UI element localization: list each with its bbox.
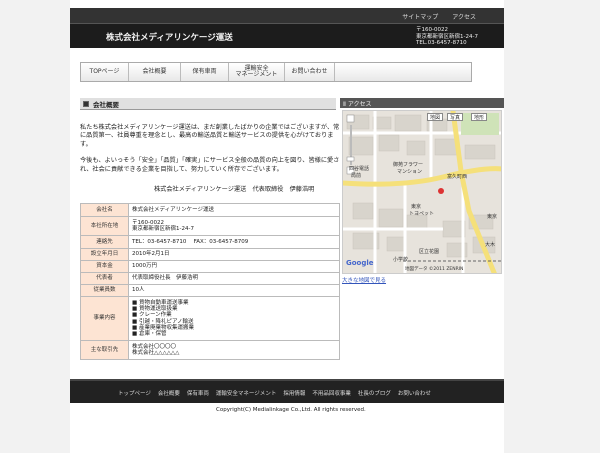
table-key: 連絡先 bbox=[80, 235, 129, 249]
value-line: 東京都新宿区新宿1-24-7 bbox=[132, 226, 194, 232]
table-value: 代表取締役社長 伊藤浩明 bbox=[128, 272, 340, 285]
table-value: 株式会社〇〇〇〇 株式会社△△△△△△ bbox=[128, 340, 340, 360]
table-value: 株式会社メディアリンケージ運送 bbox=[128, 203, 340, 217]
main-nav: TOPページ 会社概要 保有車両 運輸安全 マネージメント お問い合わせ bbox=[80, 62, 472, 82]
map-type-map[interactable]: 地図 bbox=[427, 113, 444, 121]
value-line: 株式会社メディアリンケージ運送 bbox=[132, 206, 215, 213]
nav-vehicles[interactable]: 保有車両 bbox=[181, 63, 229, 81]
page: サイトマップ アクセス 株式会社メディアリンケージ運送 〒160-0022 東京… bbox=[70, 0, 504, 453]
map-label: 御苑フラワー bbox=[393, 162, 424, 168]
footer-link-vehicles[interactable]: 保有車両 bbox=[187, 389, 209, 397]
footer-link-contact[interactable]: お問い合わせ bbox=[398, 389, 431, 397]
table-row: 本社所在地 〒160-0022 東京都新宿区新宿1-24-7 bbox=[80, 216, 340, 236]
square-bullet-icon bbox=[83, 100, 89, 107]
value-line: 株式会社△△△△△△ bbox=[132, 350, 180, 356]
footer-link-blog[interactable]: 社長のブログ bbox=[358, 389, 391, 397]
value-line: 代表取締役社長 伊藤浩明 bbox=[132, 275, 199, 282]
table-key: 本社所在地 bbox=[80, 216, 129, 236]
footer-link-recycling[interactable]: 不用品回収事業 bbox=[312, 389, 351, 397]
nav-top[interactable]: TOPページ bbox=[81, 63, 129, 81]
access-title: Ⅱ アクセス bbox=[340, 98, 504, 108]
intro-paragraph: 今後も、よいっそう「安全」「品質」「確実」にサービス全般の品質の向上を図り、皆様… bbox=[80, 157, 340, 173]
nav-safety[interactable]: 運輸安全 マネージメント bbox=[229, 63, 285, 81]
footer-link-safety[interactable]: 運輸安全マネージメント bbox=[216, 389, 276, 397]
nav-contact[interactable]: お問い合わせ bbox=[285, 63, 335, 81]
footer-link-recruit[interactable]: 採用情報 bbox=[283, 389, 305, 397]
copyright: Copyright(C) Medialinkage Co.,Ltd. All r… bbox=[216, 407, 366, 413]
table-key: 資本金 bbox=[80, 260, 129, 273]
section-title-text: 会社概要 bbox=[93, 100, 119, 109]
table-row: 会社名 株式会社メディアリンケージ運送 bbox=[80, 203, 340, 217]
map-label: 東京 bbox=[411, 204, 422, 210]
map-label: トヨペット bbox=[409, 211, 435, 217]
section-title: 会社概要 bbox=[80, 98, 336, 110]
footer-link-top[interactable]: トップページ bbox=[118, 389, 151, 397]
value-line: ■ 倉庫・保管 bbox=[132, 331, 167, 338]
value-line: 10人 bbox=[132, 287, 145, 294]
larger-map-link[interactable]: 大きな地図で見る bbox=[342, 276, 386, 284]
table-value: TEL：03-6457-8710 FAX：03-6457-8709 bbox=[128, 235, 340, 249]
table-key: 従業員数 bbox=[80, 284, 129, 297]
map-label: マンション bbox=[397, 169, 423, 175]
table-row: 従業員数 10人 bbox=[80, 284, 340, 297]
top-links: サイトマップ アクセス bbox=[402, 12, 476, 21]
access-link[interactable]: アクセス bbox=[452, 12, 476, 21]
signature: 株式会社メディアリンケージ運送 代表取締役 伊藤浩明 bbox=[154, 186, 315, 193]
value-line: TEL：03-6457-8710 FAX：03-6457-8709 bbox=[132, 238, 249, 245]
table-value: ■ 貨物自動車運送事業 ■ 貨物運送取扱業 ■ クレーン作業 ■ 引越・降礼ピア… bbox=[128, 296, 340, 341]
phone-number: TEL.03-6457-8710 bbox=[416, 40, 467, 46]
table-row: 設立年月日 2010年2月1日 bbox=[80, 248, 340, 261]
table-value: 1000万円 bbox=[128, 260, 340, 273]
table-key: 代表者 bbox=[80, 272, 129, 285]
map-label: 局前 bbox=[351, 173, 362, 179]
map-attribution: 地図データ ©2011 ZENRIN bbox=[405, 267, 464, 272]
intro-paragraph: 私たち株式会社メディアリンケージ運送は、まだ創業したばかりの企業ではございますが… bbox=[80, 124, 340, 148]
table-row: 主な取引先 株式会社〇〇〇〇 株式会社△△△△△△ bbox=[80, 340, 340, 360]
map-label: 小学校 bbox=[393, 257, 409, 263]
top-bar: サイトマップ アクセス bbox=[70, 8, 504, 24]
table-row: 資本金 1000万円 bbox=[80, 260, 340, 273]
footer-links: トップページ 会社概要 保有車両 運輸安全マネージメント 採用情報 不用品回収事… bbox=[118, 389, 431, 397]
map-label: 大木 bbox=[485, 242, 496, 248]
site-footer: トップページ 会社概要 保有車両 運輸安全マネージメント 採用情報 不用品回収事… bbox=[70, 379, 504, 403]
table-value: 2010年2月1日 bbox=[128, 248, 340, 261]
map-label: 四谷電話 bbox=[349, 166, 370, 172]
access-map[interactable]: 地図 写真 地形 四谷電話 局前 御苑フラワー マンション 富久町西 東京 トヨ… bbox=[342, 110, 502, 274]
map-label: 区立花園 bbox=[419, 249, 440, 255]
nav-company[interactable]: 会社概要 bbox=[129, 63, 181, 81]
company-info-table: 会社名 株式会社メディアリンケージ運送 本社所在地 〒160-0022 東京都新… bbox=[80, 203, 340, 360]
intro-text: 私たち株式会社メディアリンケージ運送は、まだ創業したばかりの企業ではございますが… bbox=[80, 124, 342, 182]
company-logo[interactable]: 株式会社メディアリンケージ運送 bbox=[106, 31, 233, 43]
site-header: サイトマップ アクセス 株式会社メディアリンケージ運送 〒160-0022 東京… bbox=[70, 8, 504, 48]
map-label: 富久町西 bbox=[447, 174, 468, 180]
map-label: 東京 bbox=[487, 214, 498, 220]
table-key: 主な取引先 bbox=[80, 340, 129, 360]
table-row: 連絡先 TEL：03-6457-8710 FAX：03-6457-8709 bbox=[80, 235, 340, 249]
table-row: 代表者 代表取締役社長 伊藤浩明 bbox=[80, 272, 340, 285]
table-key: 事業内容 bbox=[80, 296, 129, 341]
table-value: 〒160-0022 東京都新宿区新宿1-24-7 bbox=[128, 216, 340, 236]
value-line: 2010年2月1日 bbox=[132, 251, 170, 258]
sitemap-link[interactable]: サイトマップ bbox=[402, 12, 438, 21]
value-line: 1000万円 bbox=[132, 263, 157, 270]
footer-link-company[interactable]: 会社概要 bbox=[158, 389, 180, 397]
table-key: 設立年月日 bbox=[80, 248, 129, 261]
table-row: 事業内容 ■ 貨物自動車運送事業 ■ 貨物運送取扱業 ■ クレーン作業 ■ 引越… bbox=[80, 296, 340, 341]
map-type-terrain[interactable]: 地形 bbox=[471, 113, 488, 121]
table-key: 会社名 bbox=[80, 203, 129, 217]
table-value: 10人 bbox=[128, 284, 340, 297]
google-logo: Google bbox=[346, 259, 374, 267]
header-address: 〒160-0022 東京都新宿区新宿1-24-7 TEL.03-6457-871… bbox=[416, 27, 478, 47]
map-type-photo[interactable]: 写真 bbox=[447, 113, 464, 121]
